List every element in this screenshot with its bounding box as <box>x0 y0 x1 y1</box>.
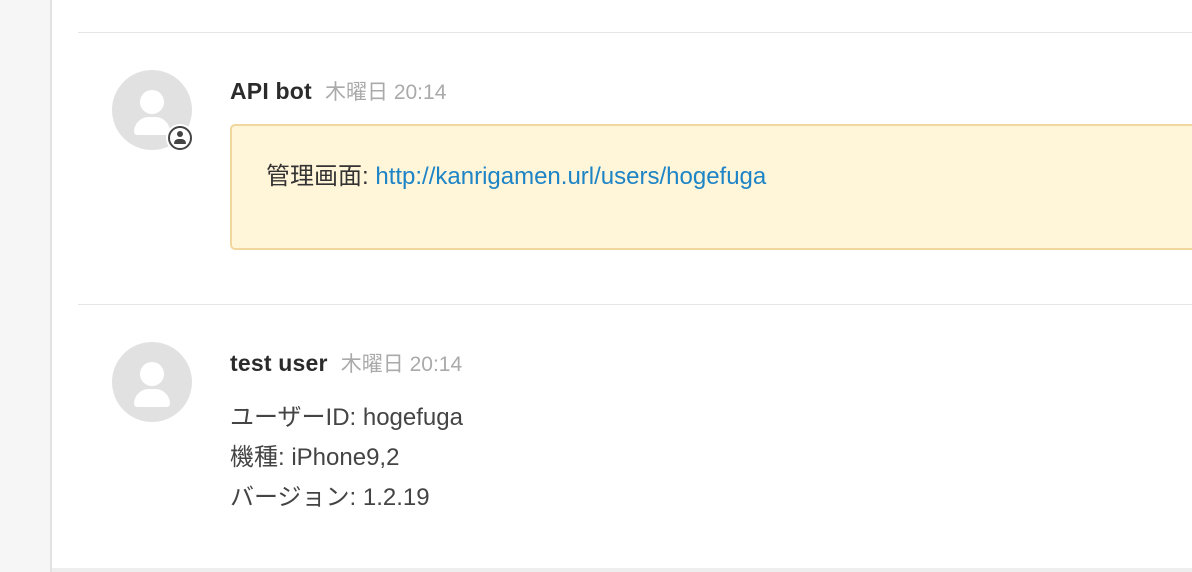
message-header: API bot 木曜日 20:14 <box>230 76 446 106</box>
user-avatar-icon[interactable] <box>112 342 192 422</box>
attachment-link[interactable]: http://kanrigamen.url/users/hogefuga <box>375 163 766 190</box>
message-api-bot: API bot 木曜日 20:14 管理画面: http://kanrigame… <box>78 70 1192 270</box>
attachment-text: 管理画面: http://kanrigamen.url/users/hogefu… <box>266 156 766 191</box>
message-line-version: バージョン: 1.2.19 <box>230 484 430 511</box>
message-divider <box>78 304 1192 305</box>
message-header: test user 木曜日 20:14 <box>230 348 462 378</box>
bottom-divider <box>52 568 1192 572</box>
message-line-user-id: ユーザーID: hogefuga <box>230 404 463 431</box>
message-body: ユーザーID: hogefuga 機種: iPhone9,2 バージョン: 1.… <box>230 398 463 518</box>
left-sidebar-rail <box>0 0 52 572</box>
message-attachment: 管理画面: http://kanrigamen.url/users/hogefu… <box>230 124 1192 250</box>
message-timestamp[interactable]: 木曜日 20:14 <box>341 353 462 376</box>
message-divider <box>78 32 1192 33</box>
message-author[interactable]: API bot <box>230 78 312 104</box>
message-author[interactable]: test user <box>230 350 328 376</box>
attachment-label: 管理画面: <box>266 163 376 190</box>
bot-badge-icon <box>166 124 194 152</box>
message-timestamp[interactable]: 木曜日 20:14 <box>325 81 446 104</box>
message-line-device: 機種: iPhone9,2 <box>230 444 400 471</box>
message-test-user: test user 木曜日 20:14 ユーザーID: hogefuga 機種:… <box>78 342 1192 542</box>
message-thread: API bot 木曜日 20:14 管理画面: http://kanrigame… <box>78 0 1192 572</box>
